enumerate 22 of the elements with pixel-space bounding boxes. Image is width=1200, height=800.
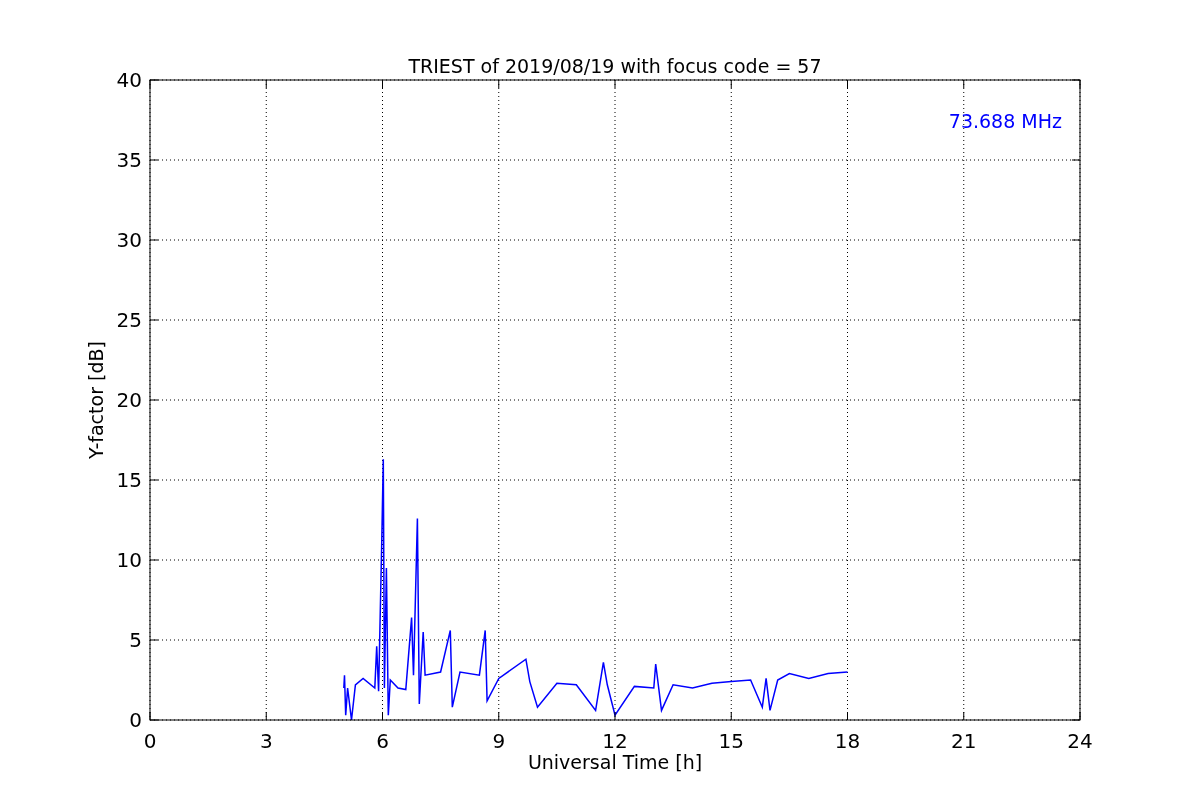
tick-label: 20 — [116, 388, 142, 412]
tick-label: 35 — [116, 148, 142, 172]
series-label: 73.688 MHz — [948, 110, 1062, 132]
tick-label: 5 — [129, 628, 142, 652]
tick-label: 15 — [718, 729, 744, 753]
tick-label: 30 — [116, 228, 142, 252]
tick-label: 3 — [259, 729, 273, 753]
tick-label: 0 — [143, 729, 157, 753]
tick-label: 18 — [834, 729, 861, 753]
tick-label: 10 — [116, 548, 142, 572]
tick-label: 0 — [129, 708, 142, 732]
y-axis-label: Y-factor [dB] — [85, 341, 107, 459]
tick-label: 12 — [602, 729, 628, 753]
tick-label: 21 — [951, 729, 977, 753]
tick-label: 9 — [492, 729, 506, 753]
x-axis-label: Universal Time [h] — [527, 751, 703, 773]
tick-label: 25 — [116, 308, 142, 332]
chart-title: TRIEST of 2019/08/19 with focus code = 57 — [408, 55, 822, 77]
tick-label: 6 — [376, 729, 389, 753]
tick-label: 24 — [1067, 729, 1093, 753]
tick-label: 40 — [116, 68, 142, 92]
tick-label: 15 — [116, 468, 142, 492]
